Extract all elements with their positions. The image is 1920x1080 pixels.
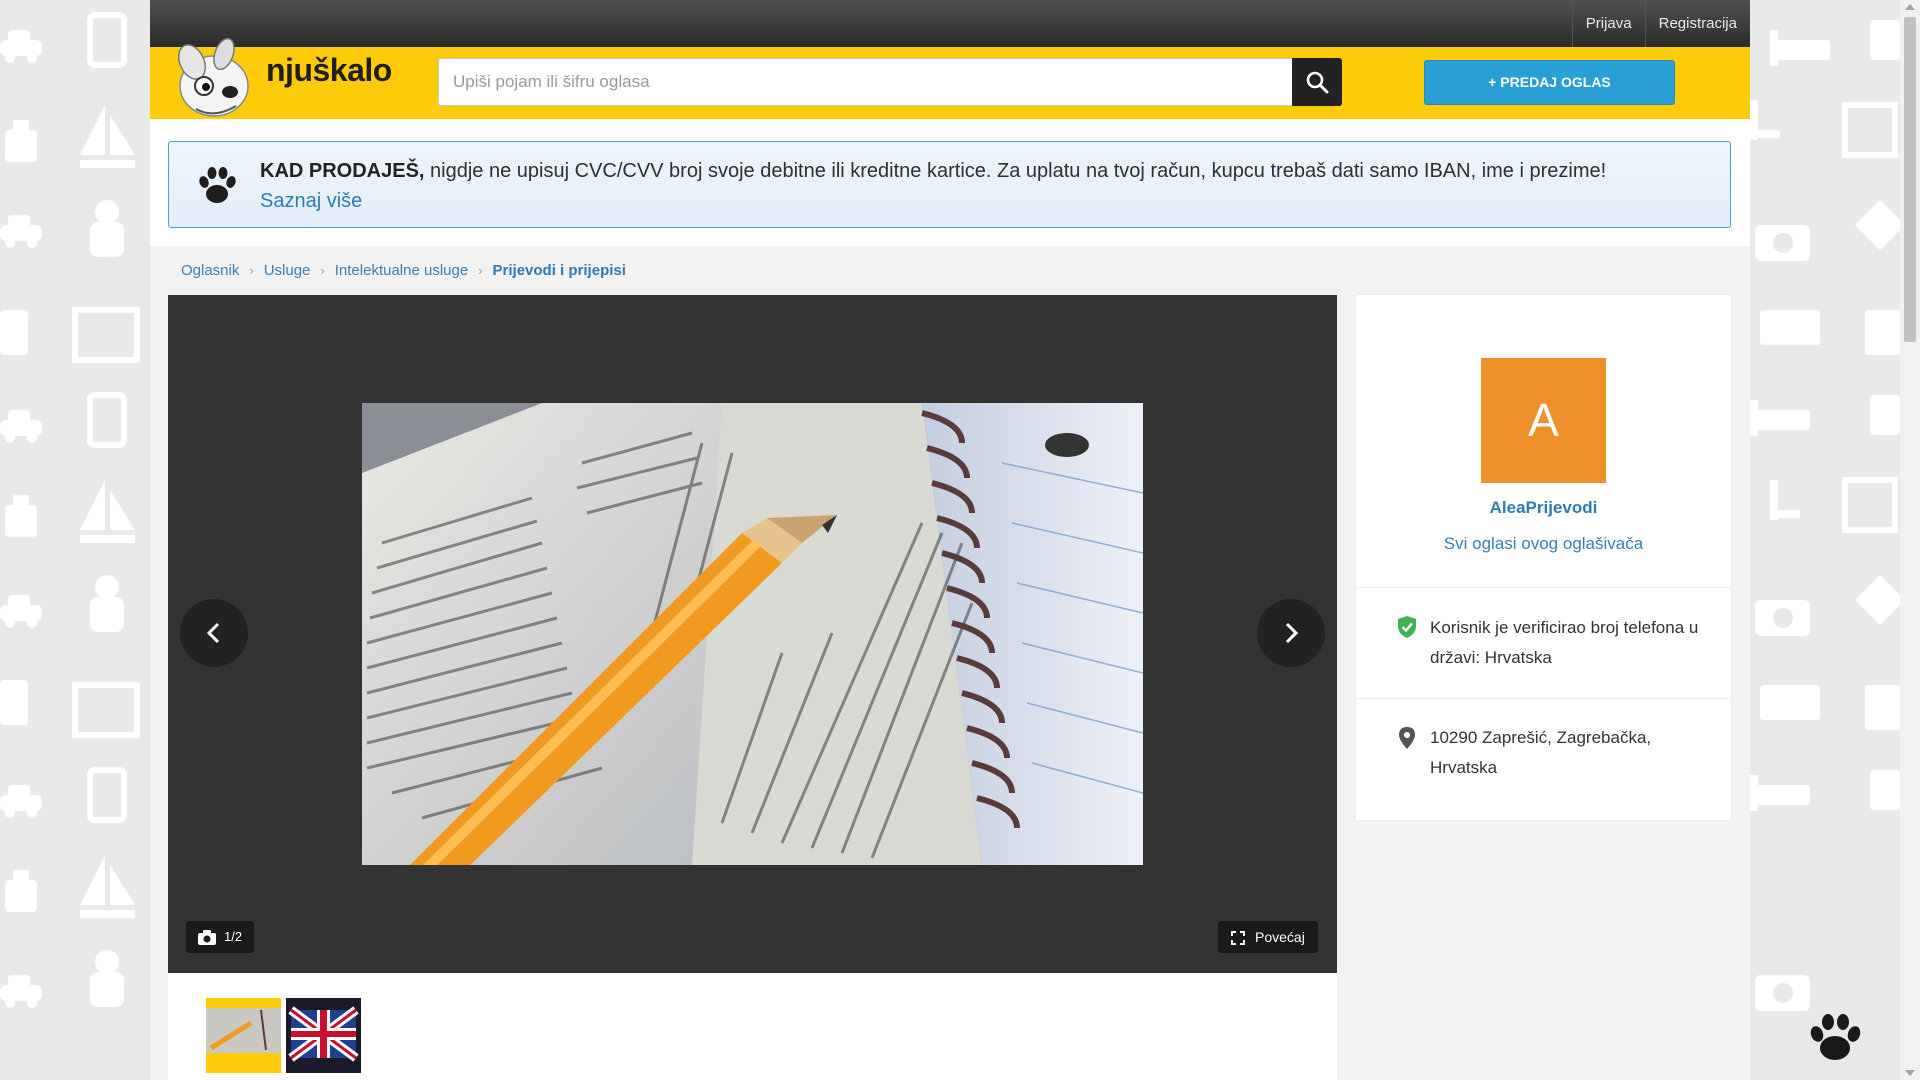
thumbnail-1[interactable] (206, 998, 281, 1073)
search-icon (1306, 71, 1329, 94)
next-image-button[interactable] (1257, 599, 1325, 667)
search-input[interactable] (439, 59, 1292, 105)
breadcrumb-current[interactable]: Prijevodi i prijepisi (493, 262, 626, 279)
breadcrumb-item[interactable]: Oglasnik (181, 262, 239, 279)
all-seller-ads-link[interactable]: Svi oglasi ovog oglašivača (1356, 534, 1731, 554)
chevron-right-icon: › (478, 263, 483, 278)
paw-help-button[interactable] (1805, 1010, 1865, 1070)
paw-icon (199, 167, 236, 203)
scrollbar-thumb[interactable] (1904, 17, 1916, 342)
chevron-right-icon: › (320, 263, 325, 278)
submit-ad-button[interactable]: + PREDAJ OGLAS (1424, 60, 1675, 105)
fullscreen-icon (1231, 931, 1245, 945)
chevron-right-icon (1285, 622, 1299, 644)
enlarge-button[interactable]: Povećaj (1218, 921, 1318, 953)
seller-card: A AleaPrijevodi Svi oglasi ovog oglašiva… (1356, 295, 1731, 820)
seller-name-link[interactable]: AleaPrijevodi (1356, 498, 1731, 518)
previous-image-button[interactable] (180, 599, 248, 667)
uk-flag-image (286, 998, 361, 1073)
site-header: njuškalo + PREDAJ OGLAS (150, 37, 1750, 119)
logo-wordmark: njuškalo (266, 52, 392, 88)
learn-more-link[interactable]: Saznaj više (260, 186, 1606, 216)
camera-icon (198, 930, 216, 945)
breadcrumb-item[interactable]: Usluge (264, 262, 311, 279)
seller-location: 10290 Zaprešić, Zagrebačka, Hrvatska (1430, 728, 1652, 777)
divider (1356, 698, 1731, 699)
register-link[interactable]: Registracija (1644, 0, 1750, 47)
background-pattern-left (0, 0, 150, 1080)
dictionary-pencil-photo (362, 403, 1143, 865)
security-notice: KAD PRODAJEŠ, nigdje ne upisuj CVC/CVV b… (168, 141, 1731, 228)
site-logo[interactable]: njuškalo (166, 34, 396, 124)
thumbnail-2[interactable] (286, 998, 361, 1073)
enlarge-label: Povećaj (1255, 929, 1305, 945)
photo-counter: 1/2 (186, 921, 254, 953)
verified-shield-icon (1398, 616, 1416, 638)
chevron-right-icon: › (249, 263, 254, 278)
search-button[interactable] (1292, 58, 1342, 106)
phone-verified-text: Korisnik je verificirao broj telefona u … (1430, 618, 1699, 667)
scroll-up-arrow[interactable] (1905, 4, 1915, 10)
background-pattern-right (1750, 0, 1900, 1080)
image-gallery: 1/2 Povećaj (168, 295, 1337, 973)
breadcrumb-item[interactable]: Intelektualne usluge (335, 262, 468, 279)
divider (1356, 587, 1731, 588)
scroll-down-arrow[interactable] (1905, 1070, 1915, 1076)
location-pin-icon (1399, 727, 1415, 749)
paw-icon (1810, 1014, 1861, 1060)
breadcrumb: Oglasnik › Usluge › Intelektualne usluge… (181, 262, 626, 279)
thumbnail-strip (168, 973, 1337, 1080)
avatar[interactable]: A (1481, 358, 1606, 483)
dog-mascot-icon (177, 37, 249, 117)
notice-bold-text: KAD PRODAJEŠ, (260, 160, 425, 182)
chevron-left-icon (206, 622, 220, 644)
notice-text: nigdje ne upisuj CVC/CVV broj svoje debi… (424, 160, 1607, 182)
main-photo[interactable] (362, 403, 1143, 865)
photo-counter-text: 1/2 (224, 929, 243, 944)
page-scrollbar[interactable] (1900, 0, 1920, 1080)
login-link[interactable]: Prijava (1571, 0, 1645, 47)
page-container: Prijava Registracija njuškalo Upiši poja… (150, 0, 1750, 1080)
search-field[interactable] (438, 58, 1293, 106)
